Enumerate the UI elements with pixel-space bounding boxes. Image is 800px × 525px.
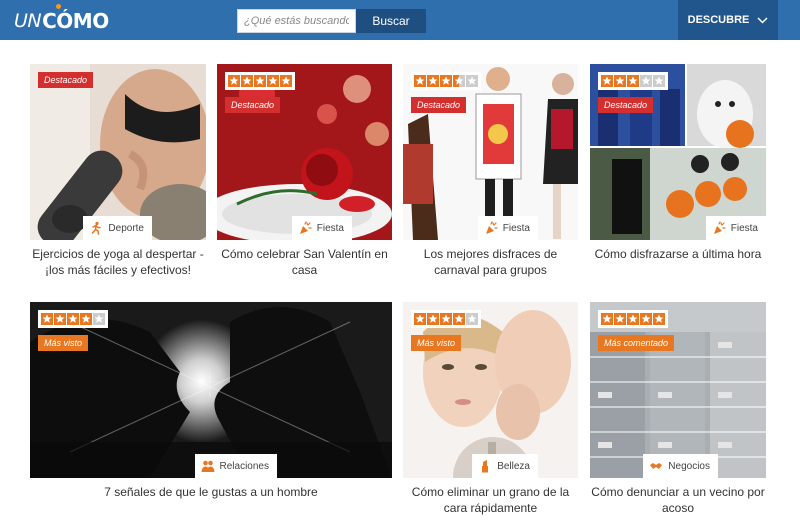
star-icon (80, 313, 92, 325)
star-icon (627, 75, 639, 87)
star-icon (228, 75, 240, 87)
category-label: Fiesta (502, 222, 530, 234)
badge-label: Destacado (598, 97, 654, 113)
party-popper-icon (299, 221, 312, 234)
search-input[interactable] (237, 9, 356, 33)
star-half-icon (453, 75, 465, 87)
article-title[interactable]: Los mejores disfraces de carnaval para g… (403, 246, 578, 278)
star-rating (411, 72, 481, 90)
category-tag[interactable]: Fiesta (291, 216, 352, 240)
star-empty-icon (466, 75, 478, 87)
star-icon (54, 313, 66, 325)
lipstick-icon (482, 460, 489, 473)
article-image[interactable]: Más comentado Negocios (590, 302, 766, 478)
star-icon (453, 313, 465, 325)
star-rating (225, 72, 295, 90)
party-popper-icon (485, 221, 498, 234)
star-rating (411, 310, 481, 328)
star-icon (440, 313, 452, 325)
category-tag[interactable]: Negocios (643, 454, 718, 478)
badge-label: Destacado (38, 72, 94, 88)
star-icon (414, 313, 426, 325)
star-icon (653, 313, 665, 325)
badge-label: Destacado (225, 97, 281, 113)
star-icon (414, 75, 426, 87)
logo-como: CÓMO (42, 4, 109, 33)
discover-menu-button[interactable]: DESCUBRE (678, 0, 778, 40)
party-popper-icon (713, 221, 726, 234)
uncomo-logo[interactable]: UN CÓMO (14, 4, 109, 34)
article-image[interactable]: Destacado Fiesta (217, 64, 392, 240)
star-icon (614, 75, 626, 87)
article-card-ultima-hora[interactable]: Destacado Fiesta Cómo disfrazarse a últi… (590, 64, 766, 279)
category-label: Relaciones (219, 460, 269, 472)
article-card-senales[interactable]: Más visto Relaciones 7 señales de que le… (30, 302, 392, 517)
category-tag[interactable]: Belleza (472, 454, 538, 478)
star-icon (427, 75, 439, 87)
star-empty-icon (653, 75, 665, 87)
article-title[interactable]: Ejercicios de yoga al despertar - ¡los m… (30, 246, 206, 278)
category-tag[interactable]: Fiesta (705, 216, 766, 240)
star-icon (440, 75, 452, 87)
star-icon (614, 313, 626, 325)
top-header: UN CÓMO Buscar DESCUBRE (0, 0, 800, 40)
star-empty-icon (466, 313, 478, 325)
category-label: Negocios (668, 460, 710, 472)
star-rating (598, 72, 668, 90)
star-icon (280, 75, 292, 87)
star-empty-icon (93, 313, 105, 325)
discover-label: DESCUBRE (687, 14, 750, 26)
star-icon (41, 313, 53, 325)
star-icon (267, 75, 279, 87)
article-title[interactable]: 7 señales de que le gustas a un hombre (30, 484, 392, 500)
article-image[interactable]: Destacado Fiesta (403, 64, 578, 240)
chevron-down-icon (757, 16, 768, 24)
star-rating (38, 310, 108, 328)
star-empty-icon (640, 75, 652, 87)
category-tag[interactable]: Fiesta (477, 216, 538, 240)
logo-un: UN (14, 10, 42, 32)
article-image[interactable]: Más visto Relaciones (30, 302, 392, 478)
article-image[interactable]: Destacado Deporte (30, 64, 206, 240)
category-tag[interactable]: Relaciones (194, 454, 277, 478)
article-title[interactable]: Cómo eliminar un grano de la cara rápida… (403, 484, 578, 516)
people-icon (201, 460, 215, 472)
article-card-denunciar[interactable]: Más comentado Negocios Cómo denunciar a … (590, 302, 766, 517)
running-person-icon (92, 221, 102, 235)
article-image[interactable]: Más visto Belleza (403, 302, 578, 478)
badge-label: Más comentado (598, 335, 675, 351)
star-icon (640, 313, 652, 325)
badge-label: Destacado (411, 97, 467, 113)
star-icon (427, 313, 439, 325)
article-card-grano[interactable]: Más visto Belleza Cómo eliminar un grano… (403, 302, 578, 517)
article-title[interactable]: Cómo denunciar a un vecino por acoso (590, 484, 766, 516)
star-icon (241, 75, 253, 87)
star-icon (601, 313, 613, 325)
article-image[interactable]: Destacado Fiesta (590, 64, 766, 240)
category-label: Belleza (497, 460, 530, 472)
star-icon (67, 313, 79, 325)
category-label: Fiesta (730, 222, 758, 234)
article-card-san-valentin[interactable]: Destacado Fiesta Cómo celebrar San Valen… (217, 64, 392, 279)
star-icon (627, 313, 639, 325)
star-icon (601, 75, 613, 87)
star-rating (598, 310, 668, 328)
badge-label: Más visto (411, 335, 462, 351)
article-card-disfraces[interactable]: Destacado Fiesta Los mejores disfraces d… (403, 64, 578, 279)
star-icon (254, 75, 266, 87)
category-tag[interactable]: Deporte (83, 216, 152, 240)
category-label: Fiesta (316, 222, 344, 234)
article-title[interactable]: Cómo disfrazarse a última hora (590, 246, 766, 262)
search-button[interactable]: Buscar (356, 9, 426, 33)
handshake-icon (650, 463, 663, 469)
article-card-yoga[interactable]: Destacado Deporte Ejercicios de yoga al … (30, 64, 206, 279)
category-label: Deporte (108, 222, 144, 234)
article-title[interactable]: Cómo celebrar San Valentín en casa (217, 246, 392, 278)
badge-label: Más visto (38, 335, 89, 351)
